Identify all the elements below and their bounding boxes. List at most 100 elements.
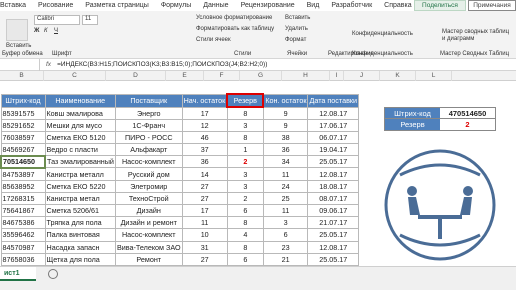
table-cell[interactable]: 75641867	[0, 203, 46, 218]
table-cell[interactable]: 27	[181, 179, 228, 193]
ribbon-tab[interactable]: Вид	[307, 2, 320, 9]
table-cell[interactable]: 37	[181, 143, 228, 157]
table-cell[interactable]: Дизайн	[114, 203, 183, 218]
table-cell[interactable]: ТехноСтрой	[114, 191, 183, 206]
bold-button[interactable]: Ж	[34, 28, 39, 34]
fx-icon[interactable]: fx	[46, 61, 51, 68]
table-cell[interactable]: 84569267	[0, 143, 46, 157]
table-cell[interactable]: 11	[262, 167, 309, 181]
table-cell[interactable]: 9	[262, 118, 309, 132]
ribbon-tab[interactable]: Рисование	[38, 2, 73, 9]
table-cell[interactable]: ПИРО - РОСС	[114, 130, 183, 145]
name-box[interactable]	[0, 58, 40, 71]
table-cell[interactable]: 12.08.17	[307, 167, 360, 181]
table-cell[interactable]: 3	[226, 167, 264, 181]
table-cell[interactable]: Канистра металл	[44, 167, 116, 181]
table-cell[interactable]: 9	[262, 106, 309, 120]
ribbon-tab[interactable]: Данные	[203, 2, 228, 9]
table-cell[interactable]: Тряпка для пола	[44, 216, 116, 230]
table-cell[interactable]: 84753897	[0, 167, 46, 181]
table-cell[interactable]: Насос-комплект	[114, 228, 183, 242]
table-cell[interactable]: 1	[226, 143, 264, 157]
table-cell[interactable]: 19.04.17	[307, 143, 360, 157]
table-cell[interactable]: 12.08.17	[307, 240, 360, 254]
table-cell[interactable]: Палка винтовая	[44, 228, 116, 242]
table-cell[interactable]: 06.07.17	[307, 130, 360, 145]
format-table[interactable]: Форматировать как таблицу	[196, 26, 274, 32]
italic-button[interactable]: К	[44, 28, 48, 34]
column-header[interactable]: I	[330, 71, 344, 81]
table-cell[interactable]: 21.07.17	[307, 216, 360, 230]
insert-cells[interactable]: Вставить	[285, 15, 310, 21]
table-cell[interactable]: Щетка для пола	[44, 252, 116, 266]
table-cell[interactable]: 36	[181, 155, 228, 169]
column-header[interactable]: C	[44, 71, 106, 81]
table-cell[interactable]: 1С-Франч	[114, 118, 183, 132]
format-cells[interactable]: Формат	[285, 37, 306, 43]
column-header[interactable]: J	[344, 71, 380, 81]
ribbon-tab[interactable]: Формулы	[161, 2, 191, 9]
table-cell[interactable]: Мешки для мусо	[44, 118, 116, 132]
table-cell[interactable]: 18.08.17	[307, 179, 360, 193]
table-cell[interactable]: 8	[226, 106, 264, 120]
table-cell[interactable]: 25	[262, 191, 309, 206]
table-cell[interactable]: 08.07.17	[307, 191, 360, 206]
table-cell[interactable]: 10	[181, 228, 228, 242]
cond-format[interactable]: Условное форматирование	[196, 15, 272, 21]
table-cell[interactable]: 87658036	[0, 252, 46, 266]
table-cell[interactable]: Ковш эмалирова	[44, 106, 116, 120]
table-cell[interactable]: Таз эмалированный	[44, 155, 116, 169]
ribbon-tab[interactable]: Рецензирование	[241, 2, 295, 9]
table-cell[interactable]: 84675386	[0, 216, 46, 230]
table-cell[interactable]: 25.05.17	[307, 228, 360, 242]
table-cell[interactable]: 3	[226, 118, 264, 132]
table-cell[interactable]: 8	[226, 130, 264, 145]
table-cell[interactable]: 17	[181, 106, 228, 120]
column-header[interactable]: F	[204, 71, 240, 81]
table-cell[interactable]: Энерго	[114, 106, 183, 120]
table-cell[interactable]: 46	[181, 130, 228, 145]
confidentiality-button[interactable]: Конфиденциальность	[352, 31, 413, 37]
table-cell[interactable]: 84570987	[0, 240, 46, 254]
ribbon-tab[interactable]: Разметка страницы	[85, 2, 149, 9]
table-cell[interactable]: 27	[181, 252, 228, 266]
table-cell[interactable]: 85638952	[0, 179, 46, 193]
table-cell[interactable]: 24	[262, 179, 309, 193]
table-cell[interactable]: 6	[226, 252, 264, 266]
notes-button[interactable]: Примечания	[468, 0, 516, 11]
table-cell[interactable]: 38	[262, 130, 309, 145]
column-header[interactable]: D	[106, 71, 166, 81]
table-cell[interactable]: 2	[226, 191, 264, 206]
table-cell[interactable]: 85391575	[0, 106, 46, 120]
table-cell[interactable]: 76038597	[0, 130, 46, 145]
reserve-label[interactable]: Резерв	[385, 119, 440, 130]
table-cell[interactable]: 12	[181, 118, 228, 132]
formula-input[interactable]: =ИНДЕКС(B3:H15;ПОИСКПОЗ(K3;B3:B15;0);ПОИ…	[57, 61, 267, 68]
ribbon-tab[interactable]: Вставка	[0, 2, 26, 9]
column-header[interactable]: B	[0, 71, 44, 81]
table-cell[interactable]: 25.05.17	[307, 252, 360, 266]
table-cell[interactable]: Сметка 5206/61	[44, 203, 116, 218]
table-cell[interactable]: 17.06.17	[307, 118, 360, 132]
table-cell[interactable]: 12.08.17	[307, 106, 360, 120]
ribbon-tab[interactable]: Справка	[384, 2, 411, 9]
table-cell[interactable]: Сметка ЕКО 5120	[44, 130, 116, 145]
font-name[interactable]: Calibri	[34, 15, 80, 25]
table-cell[interactable]: 6	[226, 203, 264, 218]
table-cell[interactable]: 17268315	[0, 191, 46, 206]
table-cell[interactable]: Дизайн и ремонт	[114, 216, 183, 230]
table-cell[interactable]: 11	[181, 216, 228, 230]
table-cell[interactable]: Насадка запасн	[44, 240, 116, 254]
column-header[interactable]: H	[282, 71, 330, 81]
ribbon-tab[interactable]: Разработчик	[331, 2, 372, 9]
table-cell[interactable]: 31	[181, 240, 228, 254]
column-header[interactable]: K	[380, 71, 416, 81]
table-cell[interactable]: Насос-комплект	[114, 155, 183, 169]
table-cell[interactable]: 3	[262, 216, 309, 230]
table-cell[interactable]: 21	[262, 252, 309, 266]
table-cell[interactable]: Ремонт	[114, 252, 183, 266]
table-cell[interactable]: 4	[226, 228, 264, 242]
table-cell[interactable]: 27	[181, 191, 228, 206]
table-cell[interactable]: 11	[262, 203, 309, 218]
table-cell[interactable]: Русский дом	[114, 167, 183, 181]
